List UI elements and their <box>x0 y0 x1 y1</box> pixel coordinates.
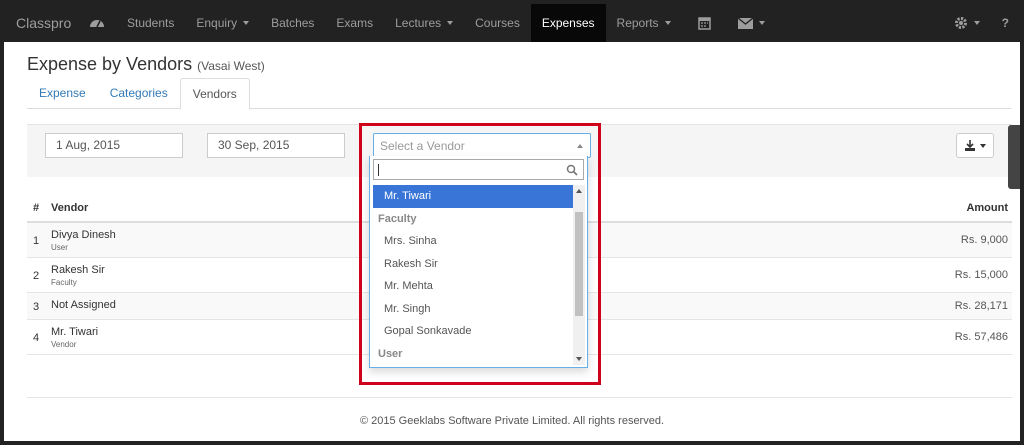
tab-expense[interactable]: Expense <box>27 78 98 109</box>
download-icon <box>965 140 975 151</box>
date-to-input[interactable]: 30 Sep, 2015 <box>207 133 345 158</box>
row-vendor: Mr. Tiwari <box>51 326 99 338</box>
chevron-down-icon <box>447 21 454 25</box>
footer-divider <box>27 397 1012 398</box>
nav-item-label: Students <box>127 16 175 30</box>
row-amount: Rs. 9,000 <box>960 234 1008 246</box>
nav-item-label: Lectures <box>395 16 442 30</box>
calendar-icon[interactable] <box>682 4 727 42</box>
brand-logo[interactable]: Classpro <box>16 15 71 31</box>
header-vendor: Vendor <box>51 202 89 214</box>
nav-item-students[interactable]: Students <box>116 4 185 42</box>
page-title-text: Expense by Vendors <box>27 54 193 74</box>
nav-item-reports[interactable]: Reports <box>606 4 682 42</box>
date-from-input[interactable]: 1 Aug, 2015 <box>45 133 183 158</box>
settings-icon[interactable] <box>943 4 991 42</box>
chevron-down-icon <box>980 143 986 148</box>
nav-item-expenses[interactable]: Expenses <box>530 4 606 42</box>
nav-item-enquiry[interactable]: Enquiry <box>185 4 260 42</box>
row-number: 3 <box>33 301 40 313</box>
header-amount: Amount <box>966 202 1008 214</box>
nav-item-label: Reports <box>616 16 659 30</box>
row-amount: Rs. 15,000 <box>954 269 1008 281</box>
row-vendor-type: Faculty <box>51 278 77 287</box>
mail-icon[interactable] <box>727 4 776 42</box>
nav-item-label: Exams <box>336 16 374 30</box>
row-vendor-type: Vendor <box>51 340 77 349</box>
row-vendor: Divya Dinesh <box>51 229 116 241</box>
row-amount: Rs. 57,486 <box>954 331 1008 343</box>
row-number: 1 <box>33 235 40 247</box>
nav-right: ? <box>943 4 1020 42</box>
report-tabs: Expense Categories Vendors <box>27 78 1011 110</box>
nav-item-label: Expenses <box>541 16 595 30</box>
row-amount: Rs. 28,171 <box>954 300 1008 312</box>
row-number: 4 <box>33 332 40 344</box>
nav-item-exams[interactable]: Exams <box>325 4 384 42</box>
highlight-frame <box>359 123 601 385</box>
nav-menu: Students Enquiry Batches Exams Lectures Cours… <box>78 4 776 42</box>
row-number: 2 <box>33 270 40 282</box>
tab-categories[interactable]: Categories <box>98 78 180 109</box>
dashboard-icon[interactable] <box>78 4 116 42</box>
nav-item-label: Batches <box>271 16 315 30</box>
download-button[interactable] <box>956 133 994 158</box>
app-window: Classpro Students Enquiry Batches Exams Lect… <box>4 4 1020 441</box>
top-navbar: Classpro Students Enquiry Batches Exams Lect… <box>4 4 1020 42</box>
row-vendor-type: User <box>51 243 68 252</box>
header-num: # <box>33 202 40 214</box>
nav-item-label: Courses <box>475 16 520 30</box>
nav-item-courses[interactable]: Courses <box>464 4 531 42</box>
footer-copyright: © 2015 Geeklabs Software Private Limited… <box>359 415 665 427</box>
chevron-down-icon <box>243 21 250 25</box>
row-vendor: Rakesh Sir <box>51 264 105 276</box>
nav-item-batches[interactable]: Batches <box>260 4 325 42</box>
tab-vendors[interactable]: Vendors <box>179 78 250 110</box>
row-vendor: Not Assigned <box>51 299 116 311</box>
help-link[interactable]: ? <box>991 4 1020 42</box>
support-side-tab[interactable] <box>1008 125 1020 189</box>
nav-item-label: Enquiry <box>196 16 238 30</box>
page-title: Expense by Vendors (Vasai West) <box>27 54 265 75</box>
page-subtitle: (Vasai West) <box>197 59 265 73</box>
chevron-down-icon <box>664 21 671 25</box>
nav-item-lectures[interactable]: Lectures <box>384 4 464 42</box>
